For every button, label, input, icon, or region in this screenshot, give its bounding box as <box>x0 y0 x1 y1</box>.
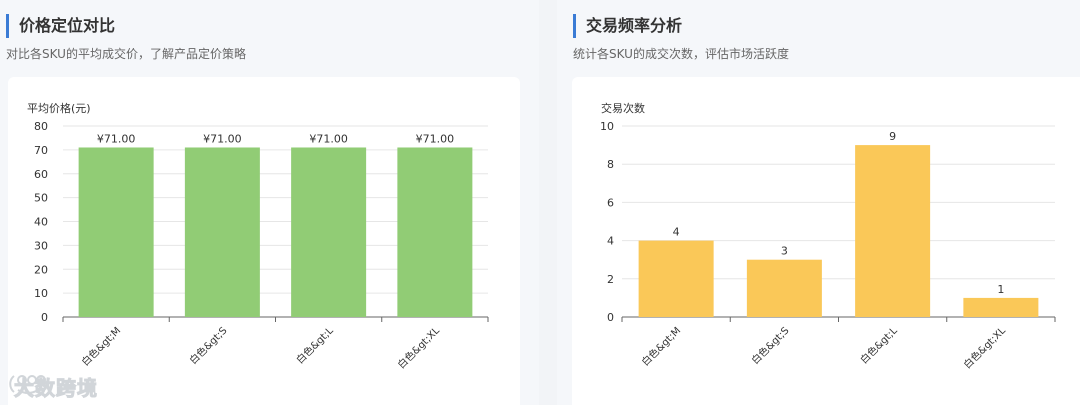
bar[interactable] <box>78 147 154 317</box>
bar[interactable] <box>291 147 367 317</box>
price-panel-title: 价格定位对比 <box>19 16 116 35</box>
y-tick-label: 8 <box>607 158 614 171</box>
y-tick-label: 40 <box>34 216 48 229</box>
title-accent-bar <box>573 14 576 38</box>
y-tick-label: 30 <box>34 239 48 252</box>
bar-data-label: ¥71.00 <box>416 132 455 145</box>
frequency-panel-subtitle: 统计各SKU的成交次数，评估市场活跃度 <box>573 47 789 61</box>
y-tick-label: 60 <box>34 168 48 181</box>
bar-data-label: ¥71.00 <box>97 132 136 145</box>
frequency-panel: 交易频率分析 统计各SKU的成交次数，评估市场活跃度 交易次数 0 2 4 6 8 10 4 白… <box>557 0 1080 405</box>
price-chart-card: 平均价格(元) 0 10 20 30 40 50 60 70 80 ¥71.00 白色&gt;M ¥71… <box>8 77 520 405</box>
bar[interactable] <box>963 297 1039 317</box>
frequency-bar-chart: 交易次数 0 2 4 6 8 10 4 白色&gt;M 3 白色&gt;S 9 白色&gt;L 1 白色&g… <box>600 101 1056 372</box>
y-tick-label: 4 <box>607 235 614 248</box>
y-tick-label: 70 <box>34 144 48 157</box>
y-tick-label: 20 <box>34 263 48 276</box>
y-tick-label: 6 <box>607 196 614 209</box>
y-tick-label: 10 <box>34 287 48 300</box>
bar-data-label: 9 <box>889 130 896 143</box>
frequency-chart-card: 交易次数 0 2 4 6 8 10 4 白色&gt;M 3 白色&gt;S 9 白色&gt;L 1 白色&g… <box>572 77 1080 405</box>
x-tick-label: 白色&gt;L <box>857 324 900 367</box>
bar[interactable] <box>184 147 260 317</box>
y-tick-label: 80 <box>34 120 48 133</box>
bar-data-label: ¥71.00 <box>203 132 242 145</box>
x-tick-label: 白色&gt;S <box>749 324 792 367</box>
y-tick-label: 50 <box>34 192 48 205</box>
price-bar-chart: 平均价格(元) 0 10 20 30 40 50 60 70 80 ¥71.00 白色&gt;M ¥71… <box>27 101 489 372</box>
frequency-panel-title: 交易频率分析 <box>586 16 683 35</box>
bar-data-label: 3 <box>781 245 788 258</box>
x-tick-label: 白色&gt;L <box>293 324 336 367</box>
bar[interactable] <box>855 145 931 317</box>
x-tick-label: 白色&gt;XL <box>961 324 1009 372</box>
y-tick-label: 10 <box>600 120 614 133</box>
y-tick-label: 2 <box>607 273 614 286</box>
title-accent-bar <box>6 14 9 38</box>
watermark: 大数跨境 <box>8 372 98 401</box>
bar[interactable] <box>746 259 822 317</box>
bar-data-label: ¥71.00 <box>309 132 348 145</box>
y-tick-label: 0 <box>607 311 614 324</box>
x-tick-label: 白色&gt;XL <box>395 324 443 372</box>
y-axis-label: 交易次数 <box>601 101 645 115</box>
price-panel-subtitle: 对比各SKU的平均成交价，了解产品定价策略 <box>6 47 246 61</box>
x-tick-label: 白色&gt;M <box>639 324 684 369</box>
brand-logo-icon <box>9 375 46 394</box>
bar-data-label: 4 <box>673 226 680 239</box>
x-tick-label: 白色&gt;S <box>187 324 230 367</box>
bar-data-label: 1 <box>997 283 1004 296</box>
price-panel: 价格定位对比 对比各SKU的平均成交价，了解产品定价策略 平均价格(元) 0 10 2… <box>0 0 539 405</box>
bar[interactable] <box>397 147 473 317</box>
y-axis-label: 平均价格(元) <box>27 101 91 115</box>
x-tick-label: 白色&gt;M <box>79 324 124 369</box>
bar[interactable] <box>638 240 714 317</box>
y-tick-label: 0 <box>41 311 48 324</box>
